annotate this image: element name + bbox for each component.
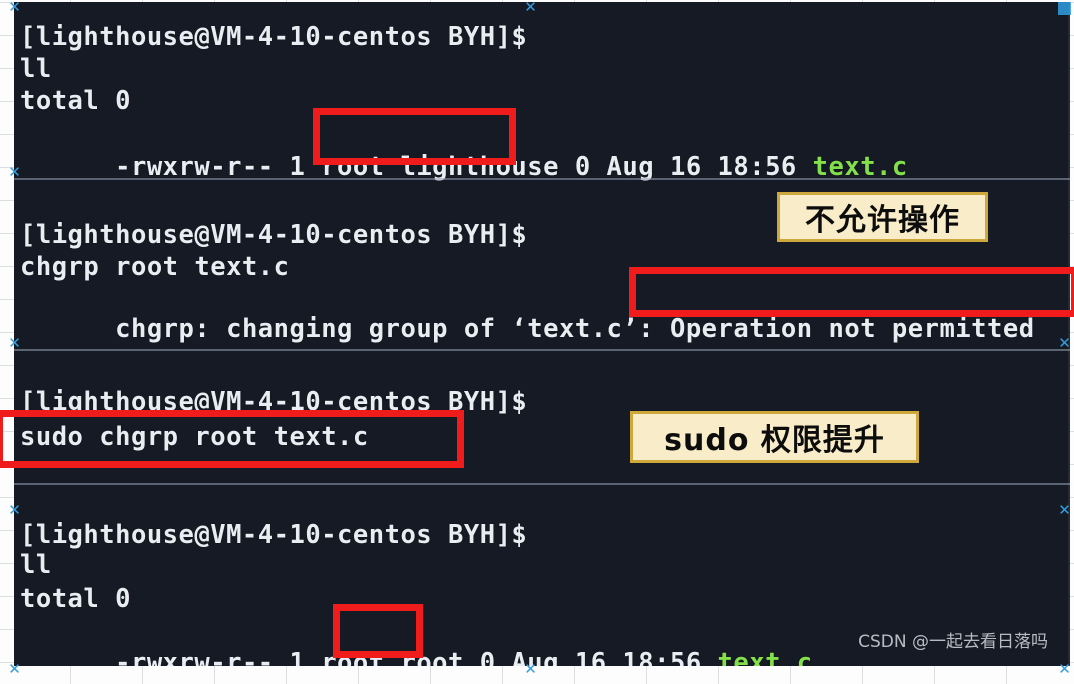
selection-handle-left-1[interactable]: ✕ (8, 165, 21, 180)
capture-separator-1 (14, 178, 1070, 180)
screenshot-canvas: [lighthouse@VM-4-10-centos BYH]$ ll tota… (0, 0, 1074, 684)
terminal-command-chgrp: chgrp root text.c (20, 252, 290, 282)
selection-handle-top-right[interactable] (1058, 2, 1071, 15)
terminal-command-ll-2: ll (20, 550, 52, 580)
terminal-output-total-1: total 0 (20, 86, 131, 116)
listing-size-date-2: 0 Aug 16 18:56 (463, 648, 718, 666)
terminal-output-total-2: total 0 (20, 584, 131, 614)
chgrp-error-message: Operation not permitted (669, 314, 1035, 344)
listing-filename-2: text.c (717, 648, 813, 666)
callout-sudo-elevation: sudo 权限提升 (630, 411, 919, 463)
highlight-box-group-lighthouse (313, 108, 516, 165)
terminal-window[interactable]: [lighthouse@VM-4-10-centos BYH]$ ll tota… (14, 2, 1070, 666)
highlight-box-group-root (333, 604, 423, 658)
csdn-watermark: CSDN @一起去看日落吗 (858, 632, 1048, 652)
chgrp-error-prefix: chgrp: changing group of ‘text.c’: (115, 314, 670, 344)
highlight-box-sudo-command (0, 410, 464, 468)
terminal-command-ll-1: ll (20, 54, 52, 84)
capture-separator-2 (14, 349, 1070, 351)
selection-handle-bottom-right[interactable]: ✕ (1058, 662, 1071, 677)
highlight-box-operation-not-permitted (629, 267, 1074, 317)
selection-handle-left-3[interactable]: ✕ (8, 503, 21, 518)
selection-handle-right-2[interactable]: ✕ (1058, 336, 1071, 351)
terminal-prompt-line-4: [lighthouse@VM-4-10-centos BYH]$ (20, 520, 528, 550)
selection-handle-bottom-center[interactable]: ✕ (524, 662, 537, 677)
selection-handle-right-3[interactable]: ✕ (1058, 503, 1071, 518)
callout-not-permitted: 不允许操作 (777, 192, 988, 242)
selection-handle-left-2[interactable]: ✕ (8, 336, 21, 351)
terminal-prompt-line-2: [lighthouse@VM-4-10-centos BYH]$ (20, 220, 528, 250)
selection-handle-bottom-left[interactable]: ✕ (8, 662, 21, 677)
selection-handle-top-center[interactable]: ✕ (524, 0, 537, 15)
selection-handle-top-left[interactable]: ✕ (8, 0, 21, 15)
capture-separator-3 (14, 483, 1070, 485)
terminal-prompt-line-1: [lighthouse@VM-4-10-centos BYH]$ (20, 22, 528, 52)
